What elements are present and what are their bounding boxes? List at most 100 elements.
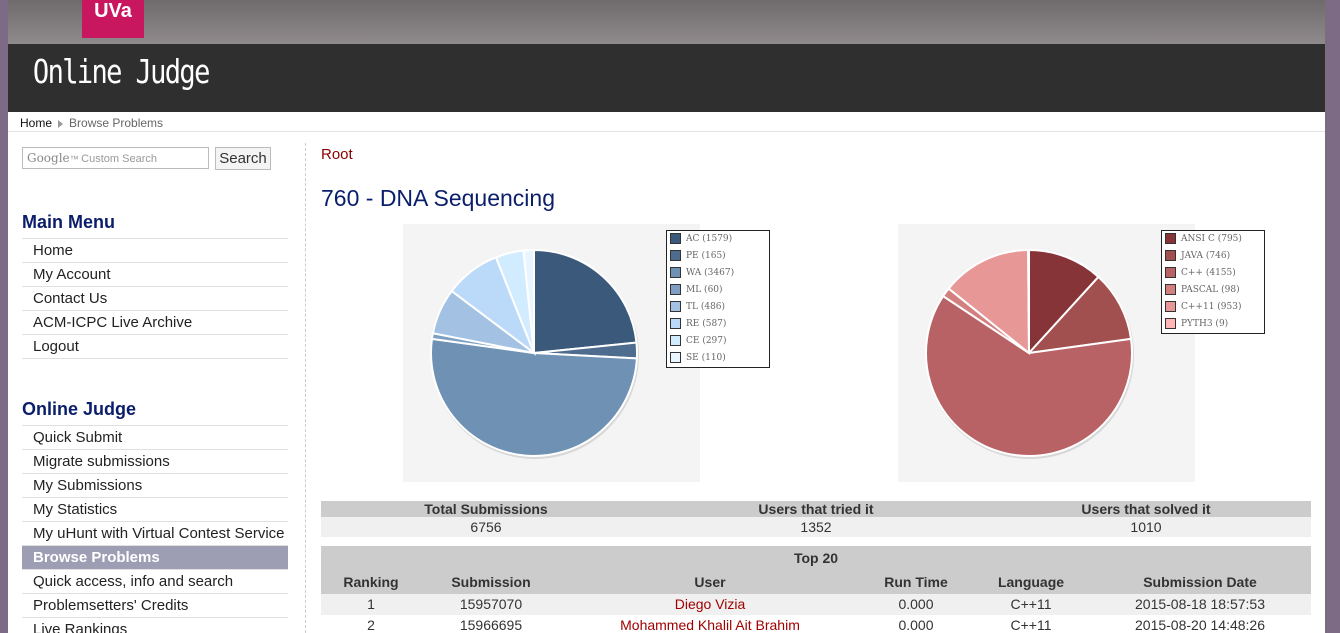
- menu-item-problemsetters-credits[interactable]: Problemsetters' Credits: [22, 593, 288, 617]
- menu-item-contact-us[interactable]: Contact Us: [22, 286, 288, 310]
- legend-swatch: [1165, 301, 1176, 312]
- date-cell: 2015-08-18 18:57:53: [1135, 596, 1265, 612]
- top-bar: UVa: [8, 0, 1325, 44]
- legend-swatch: [670, 352, 681, 363]
- search-button[interactable]: Search: [215, 147, 271, 170]
- legend-item: JAVA (746): [1162, 248, 1264, 265]
- legend-label: TL (486): [686, 302, 726, 312]
- language-pie-chart: [925, 248, 1134, 459]
- online-judge-menu-title: Online Judge: [22, 399, 137, 419]
- main-menu-title: Main Menu: [22, 212, 115, 232]
- legend-item: AC (1579): [667, 231, 769, 248]
- top20-title: Top 20: [321, 546, 1311, 570]
- top20-table: Top 20 Ranking Submission User Run Time …: [321, 546, 1311, 633]
- menu-item-live-archive[interactable]: ACM-ICPC Live Archive: [22, 310, 288, 334]
- legend-item: ANSI C (795): [1162, 231, 1264, 248]
- legend-swatch: [1165, 284, 1176, 295]
- menu-item-quick-access[interactable]: Quick access, info and search: [22, 569, 288, 593]
- legend-swatch: [670, 318, 681, 329]
- search-input[interactable]: Google™ Custom Search: [22, 147, 209, 169]
- legend-label: PE (165): [686, 251, 726, 261]
- legend-item: C++ (4155): [1162, 265, 1264, 282]
- stats-header-solved: Users that solved it: [1081, 501, 1211, 517]
- language-chart-area: [898, 224, 1195, 482]
- stats-solved-value: 1010: [1130, 519, 1162, 535]
- page-frame: UVa Online Judge Home Browse Problems Goo…: [8, 0, 1325, 633]
- legend-label: C++ (4155): [1181, 268, 1236, 278]
- legend-swatch: [1165, 233, 1176, 244]
- legend-item: PASCAL (98): [1162, 282, 1264, 299]
- main-menu: Home My Account Contact Us ACM-ICPC Live…: [22, 238, 288, 359]
- breadcrumb-home-link[interactable]: Home: [20, 116, 52, 130]
- language-cell: C++11: [1010, 617, 1052, 633]
- verdict-chart-area: [403, 224, 700, 482]
- online-judge-menu: Quick Submit Migrate submissions My Subm…: [22, 425, 288, 633]
- menu-item-home[interactable]: Home: [22, 238, 288, 262]
- language-legend: ANSI C (795) JAVA (746) C++ (4155) PASCAL (…: [1161, 230, 1265, 334]
- col-submission: Submission: [451, 574, 531, 590]
- legend-label: JAVA (746): [1181, 251, 1231, 261]
- col-language: Language: [997, 574, 1065, 590]
- legend-swatch: [670, 267, 681, 278]
- legend-item: SE (110): [667, 350, 769, 367]
- menu-item-my-account[interactable]: My Account: [22, 262, 288, 286]
- legend-label: AC (1579): [686, 234, 733, 244]
- site-title[interactable]: Online Judge: [28, 48, 214, 96]
- menu-item-migrate-submissions[interactable]: Migrate submissions: [22, 449, 288, 473]
- stats-tried-value: 1352: [800, 519, 832, 535]
- legend-swatch: [1165, 250, 1176, 261]
- menu-item-uhunt[interactable]: My uHunt with Virtual Contest Service: [22, 521, 288, 545]
- stats-total-value: 6756: [470, 519, 502, 535]
- legend-label: C++11 (953): [1181, 302, 1242, 312]
- legend-swatch: [670, 284, 681, 295]
- user-link[interactable]: Diego Vizia: [561, 594, 859, 615]
- verdict-legend: AC (1579) PE (165) WA (3467) ML (60) TL (486…: [666, 230, 770, 368]
- legend-item: WA (3467): [667, 265, 769, 282]
- ranking-cell: 1: [367, 596, 375, 612]
- legend-label: SE (110): [686, 353, 726, 363]
- verdict-pie-chart: [430, 248, 639, 459]
- legend-swatch: [670, 335, 681, 346]
- run-time-cell: 0.000: [898, 596, 934, 612]
- submission-cell: 15957070: [459, 596, 523, 612]
- legend-label: PYTH3 (9): [1181, 319, 1229, 329]
- menu-item-live-rankings[interactable]: Live Rankings: [22, 617, 288, 633]
- legend-label: ANSI C (795): [1181, 234, 1242, 244]
- legend-label: PASCAL (98): [1181, 285, 1240, 295]
- top20-header-row: Ranking Submission User Run Time Languag…: [321, 570, 1311, 594]
- date-cell: 2015-08-20 14:48:26: [1135, 617, 1265, 633]
- legend-item: ML (60): [667, 282, 769, 299]
- breadcrumb-arrow-icon: [58, 119, 64, 128]
- search-placeholder: Custom Search: [81, 153, 157, 165]
- submission-cell: 15966695: [459, 617, 523, 633]
- menu-item-browse-problems[interactable]: Browse Problems: [22, 545, 288, 569]
- legend-item: CE (297): [667, 333, 769, 350]
- pie-slice-2: [430, 337, 638, 457]
- legend-item: RE (587): [667, 316, 769, 333]
- breadcrumb-current: Browse Problems: [69, 116, 164, 130]
- stats-header-tried: Users that tried it: [758, 501, 874, 517]
- root-link[interactable]: Root: [321, 146, 353, 163]
- ranking-cell: 2: [367, 617, 375, 633]
- menu-item-logout[interactable]: Logout: [22, 334, 288, 359]
- menu-item-my-submissions[interactable]: My Submissions: [22, 473, 288, 497]
- stats-header-total: Total Submissions: [424, 501, 548, 517]
- user-link[interactable]: Mohammed Khalil Ait Brahim: [561, 615, 859, 633]
- legend-item: C++11 (953): [1162, 299, 1264, 316]
- legend-item: TL (486): [667, 299, 769, 316]
- run-time-cell: 0.000: [898, 617, 934, 633]
- legend-label: RE (587): [686, 319, 727, 329]
- sidebar-divider: [305, 143, 306, 633]
- uva-logo[interactable]: UVa: [82, 0, 144, 38]
- menu-item-my-statistics[interactable]: My Statistics: [22, 497, 288, 521]
- col-run-time: Run Time: [884, 574, 948, 590]
- col-ranking: Ranking: [343, 574, 399, 590]
- table-row: 2 15966695 Mohammed Khalil Ait Brahim 0.…: [321, 615, 1311, 633]
- breadcrumb-divider: [8, 131, 1325, 132]
- language-cell: C++11: [1010, 596, 1052, 612]
- table-row: 1 15957070 Diego Vizia 0.000 C++11 2015-…: [321, 594, 1311, 615]
- col-submission-date: Submission Date: [1143, 574, 1257, 590]
- menu-item-quick-submit[interactable]: Quick Submit: [22, 425, 288, 449]
- stats-table: Total Submissions Users that tried it Us…: [321, 501, 1311, 537]
- legend-swatch: [1165, 318, 1176, 329]
